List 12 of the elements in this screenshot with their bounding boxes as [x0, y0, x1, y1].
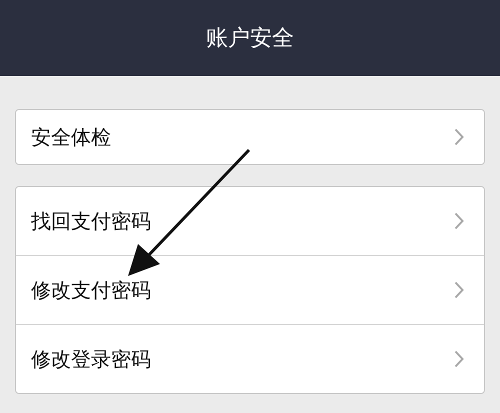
chevron-right-icon: [454, 128, 464, 146]
page-title: 账户安全: [206, 25, 294, 53]
menu-item-label: 找回支付密码: [31, 208, 151, 234]
chevron-right-icon: [454, 212, 464, 230]
menu-item[interactable]: 找回支付密码: [16, 187, 484, 255]
menu-item-label: 修改登录密码: [31, 346, 151, 372]
menu-item[interactable]: 修改登录密码: [16, 324, 484, 393]
chevron-right-icon: [454, 350, 464, 368]
menu-item-label: 修改支付密码: [31, 276, 151, 304]
menu-item-label: 安全体检: [31, 124, 111, 150]
menu-item[interactable]: 安全体检: [16, 110, 484, 164]
chevron-right-icon: [454, 281, 464, 299]
